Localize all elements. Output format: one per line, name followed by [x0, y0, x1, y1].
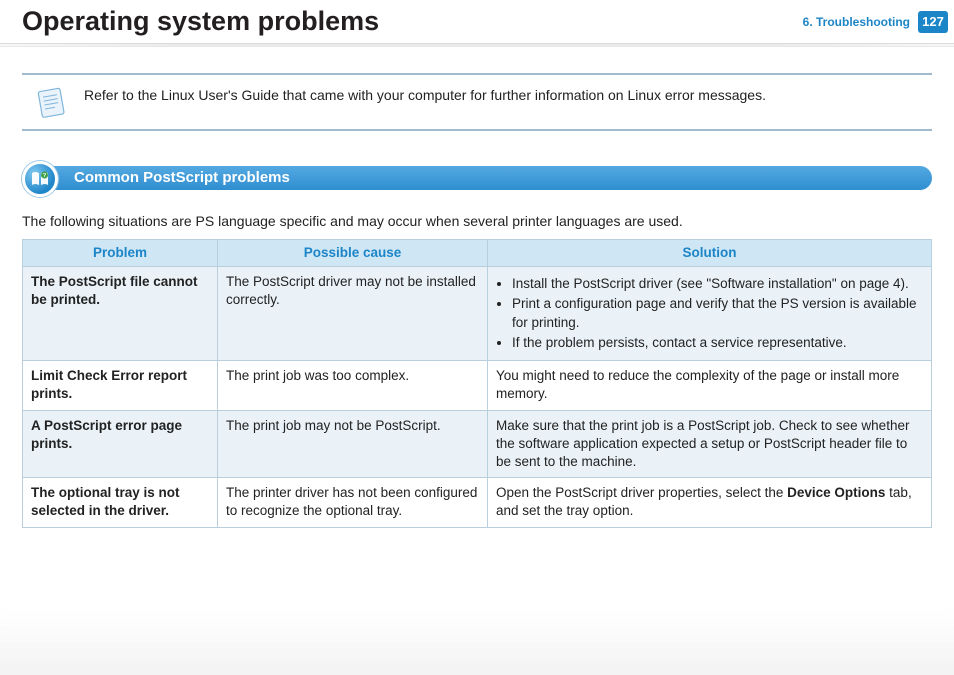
cell-solution: Open the PostScript driver properties, s…	[488, 478, 932, 527]
book-question-icon: ?	[22, 161, 58, 197]
solution-item: Install the PostScript driver (see "Soft…	[512, 275, 923, 293]
cell-solution: Make sure that the print job is a PostSc…	[488, 410, 932, 478]
cell-cause: The print job was too complex.	[218, 361, 488, 410]
solution-bold: Device Options	[787, 485, 885, 500]
page-bottom-shadow	[0, 615, 954, 675]
section-intro: The following situations are PS language…	[22, 213, 932, 229]
cell-problem: The PostScript file cannot be printed.	[23, 267, 218, 361]
note-text: Refer to the Linux User's Guide that cam…	[84, 85, 766, 103]
info-note: Refer to the Linux User's Guide that cam…	[22, 73, 932, 131]
page-title: Operating system problems	[22, 6, 379, 37]
table-row: A PostScript error page prints. The prin…	[23, 410, 932, 478]
col-header-cause: Possible cause	[218, 240, 488, 267]
section-header: Common PostScript problems ?	[22, 161, 932, 195]
col-header-problem: Problem	[23, 240, 218, 267]
troubleshooting-table: Problem Possible cause Solution The Post…	[22, 239, 932, 528]
cell-cause: The printer driver has not been configur…	[218, 478, 488, 527]
cell-cause: The print job may not be PostScript.	[218, 410, 488, 478]
cell-solution: You might need to reduce the complexity …	[488, 361, 932, 410]
page-header: Operating system problems 6. Troubleshoo…	[0, 0, 954, 39]
page-number-badge: 127	[918, 11, 948, 33]
table-row: The optional tray is not selected in the…	[23, 478, 932, 527]
cell-cause: The PostScript driver may not be install…	[218, 267, 488, 361]
section-title: Common PostScript problems	[28, 166, 932, 190]
col-header-solution: Solution	[488, 240, 932, 267]
cell-solution: Install the PostScript driver (see "Soft…	[488, 267, 932, 361]
breadcrumb: 6. Troubleshooting 127	[803, 11, 954, 33]
solution-item: Print a configuration page and verify th…	[512, 295, 923, 331]
table-row: The PostScript file cannot be printed. T…	[23, 267, 932, 361]
solution-text-pre: Open the PostScript driver properties, s…	[496, 485, 787, 500]
cell-problem: The optional tray is not selected in the…	[23, 478, 218, 527]
chapter-label: 6. Troubleshooting	[803, 15, 910, 29]
cell-problem: Limit Check Error report prints.	[23, 361, 218, 410]
note-paper-icon	[32, 85, 68, 119]
solution-item: If the problem persists, contact a servi…	[512, 334, 923, 352]
header-divider	[0, 43, 954, 47]
table-row: Limit Check Error report prints. The pri…	[23, 361, 932, 410]
cell-problem: A PostScript error page prints.	[23, 410, 218, 478]
table-header-row: Problem Possible cause Solution	[23, 240, 932, 267]
